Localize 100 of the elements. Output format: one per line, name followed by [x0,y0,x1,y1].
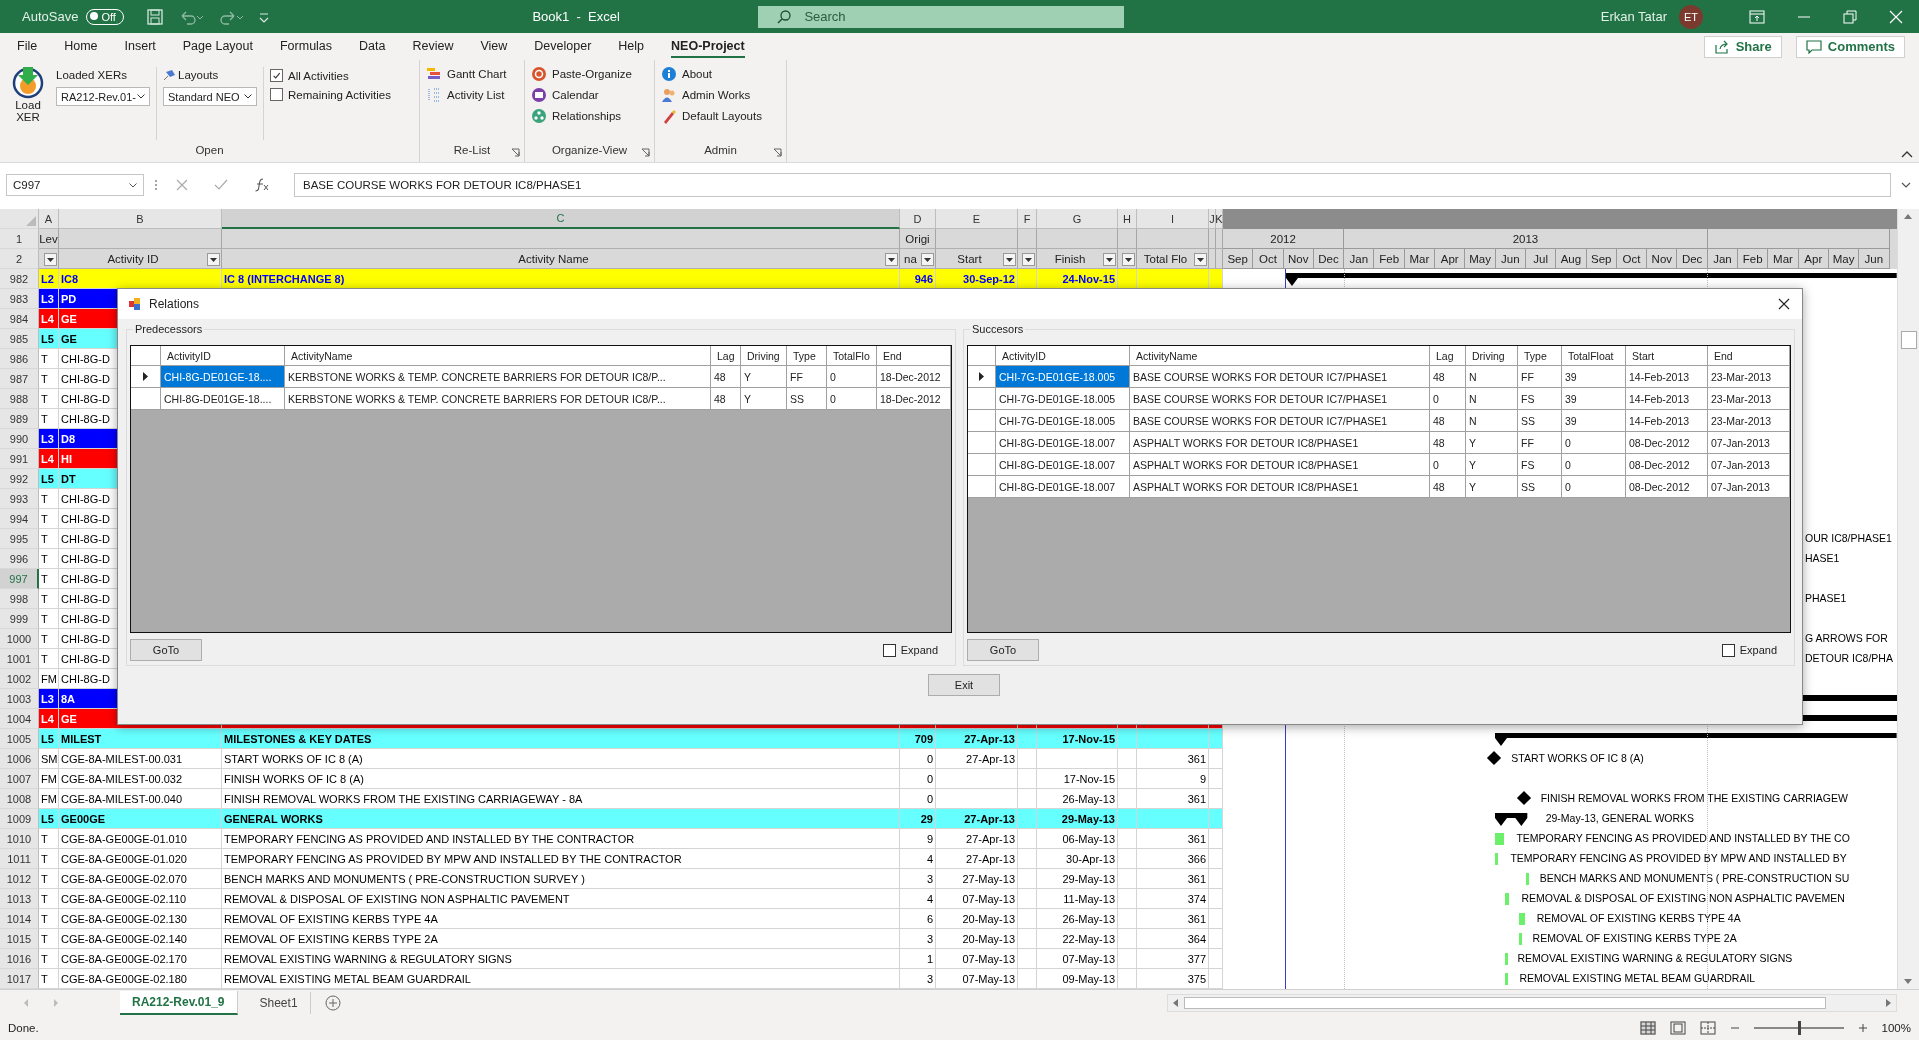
grid-cell[interactable]: 14-Feb-2013 [1626,366,1708,388]
filter-dropdown[interactable] [1003,253,1016,266]
grid-cell[interactable]: 23-Mar-2013 [1708,410,1790,432]
dialog-launcher-icon[interactable] [773,148,782,157]
drag-handle-icon[interactable] [154,178,158,192]
ribbon-command[interactable]: Relationships [531,107,648,125]
row-header[interactable] [131,366,161,388]
row-number[interactable]: 1015 [0,929,39,949]
filter-dropdown[interactable] [207,253,220,266]
filter-dropdown[interactable] [1194,253,1207,266]
grid-cell[interactable]: FS [1518,388,1562,410]
goto-button[interactable]: GoTo [130,639,202,661]
row-number[interactable]: 1012 [0,869,39,889]
row-number[interactable]: 1001 [0,649,39,669]
grid-cell[interactable]: CHI-7G-DE01GE-18.005 [996,410,1130,432]
grid-cell[interactable]: SS [1518,476,1562,498]
row-number[interactable]: 1005 [0,729,39,749]
checkbox-label[interactable]: Remaining Activities [288,88,391,101]
row-number[interactable]: 1007 [0,769,39,789]
user-avatar[interactable]: ET [1679,4,1703,29]
search-field[interactable]: Search [758,5,1125,28]
column-header[interactable]: ActivityName [1136,349,1198,362]
grid-cell[interactable]: 48 [1430,476,1466,498]
grid-cell[interactable]: CHI-7G-DE01GE-18.005 [996,366,1130,388]
ribbon-command[interactable]: About [661,65,780,83]
ribbon-display-icon[interactable] [1749,9,1765,24]
grid-cell[interactable]: SS [1518,410,1562,432]
checkbox-label[interactable]: Expand [1739,644,1777,656]
grid-cell[interactable]: 18-Dec-2012 [877,366,951,388]
row-number[interactable]: 992 [0,469,39,489]
ribbon-tab[interactable]: File [17,35,38,58]
grid-cell[interactable]: ASPHALT WORKS FOR DETOUR IC8/PHASE1 [1130,432,1430,454]
function-icon[interactable] [254,178,270,192]
zoom-in-icon[interactable] [1857,1023,1868,1033]
row-number[interactable]: 993 [0,489,39,509]
row-number[interactable]: 987 [0,369,39,389]
ribbon-tab[interactable]: Home [64,35,98,58]
grid-cell[interactable]: 08-Dec-2012 [1626,476,1708,498]
row-number[interactable]: 986 [0,349,39,369]
grid-cell[interactable]: 48 [711,388,741,410]
grid-cell[interactable]: ASPHALT WORKS FOR DETOUR IC8/PHASE1 [1130,476,1430,498]
ribbon-tab[interactable]: Developer [534,35,592,58]
checkbox[interactable] [270,88,283,101]
row-number[interactable]: 999 [0,609,39,629]
grid-cell[interactable]: 23-Mar-2013 [1708,388,1790,410]
filter-dropdown[interactable] [1122,253,1135,266]
grid-cell[interactable]: CHI-8G-DE01GE-18.... [161,366,285,388]
row-number[interactable]: 1006 [0,749,39,769]
collapse-ribbon-icon[interactable] [1901,150,1913,158]
row-number[interactable]: 1016 [0,949,39,969]
grid-cell[interactable]: KERBSTONE WORKS & TEMP. CONCRETE BARRIERS FOR DETOUR IC8/P... [285,366,711,388]
row-number[interactable]: 995 [0,529,39,549]
ribbon-command[interactable]: Activity List [426,86,518,104]
load-xer-button[interactable]: Load XER [6,65,50,144]
name-box[interactable]: C997 [6,174,144,196]
ribbon-tab[interactable]: Review [412,35,454,58]
page-break-icon[interactable] [1699,1021,1716,1035]
row-number[interactable]: 988 [0,389,39,409]
grid-cell[interactable]: 39 [1562,388,1626,410]
grid-cell[interactable]: FF [1518,366,1562,388]
grid-cell[interactable]: SS [787,388,827,410]
dialog-launcher-icon[interactable] [641,148,650,157]
row-number[interactable]: 1010 [0,829,39,849]
goto-button[interactable]: GoTo [967,639,1039,661]
grid-cell[interactable]: Y [1466,432,1518,454]
comments-button[interactable]: Comments [1795,35,1905,58]
grid-cell[interactable]: 14-Feb-2013 [1626,388,1708,410]
grid-cell[interactable]: 0 [1430,454,1466,476]
grid-cell[interactable]: CHI-8G-DE01GE-18.007 [996,476,1130,498]
column-header[interactable]: Start [1632,349,1655,362]
grid-cell[interactable]: 39 [1562,410,1626,432]
row-number[interactable]: 998 [0,589,39,609]
grid-cell[interactable]: BASE COURSE WORKS FOR DETOUR IC7/PHASE1 [1130,410,1430,432]
grid-cell[interactable]: 0 [827,366,877,388]
close-icon[interactable] [1778,298,1790,310]
horizontal-scrollbar[interactable] [1167,993,1897,1012]
grid-cell[interactable]: 07-Jan-2013 [1708,476,1790,498]
grid-cell[interactable]: 08-Dec-2012 [1626,454,1708,476]
row-number[interactable]: 1017 [0,969,39,989]
grid-cell[interactable]: CHI-7G-DE01GE-18.005 [996,388,1130,410]
row-number[interactable]: 996 [0,549,39,569]
vertical-scrollbar[interactable] [1897,209,1919,989]
dialog-launcher-icon[interactable] [511,148,520,157]
add-sheet-icon[interactable] [324,994,341,1011]
sheet-tab[interactable]: Sheet1 [247,991,311,1014]
ribbon-command[interactable]: Admin Works [661,86,780,104]
checkbox[interactable] [882,643,896,657]
checkbox[interactable] [270,69,283,82]
exit-button[interactable]: Exit [928,674,1000,696]
filter-dropdown[interactable] [44,253,57,266]
row-number[interactable]: 984 [0,309,39,329]
ribbon-command[interactable]: Calendar [531,86,648,104]
grid-cell[interactable]: 48 [1430,410,1466,432]
ribbon-tab[interactable]: Formulas [279,35,333,58]
checkbox-label[interactable]: All Activities [288,69,349,82]
page-layout-icon[interactable] [1669,1021,1686,1035]
grid-cell[interactable]: 14-Feb-2013 [1626,410,1708,432]
grid-cell[interactable]: 0 [1562,454,1626,476]
grid-cell[interactable]: BASE COURSE WORKS FOR DETOUR IC7/PHASE1 [1130,388,1430,410]
column-header[interactable]: C [222,209,900,229]
